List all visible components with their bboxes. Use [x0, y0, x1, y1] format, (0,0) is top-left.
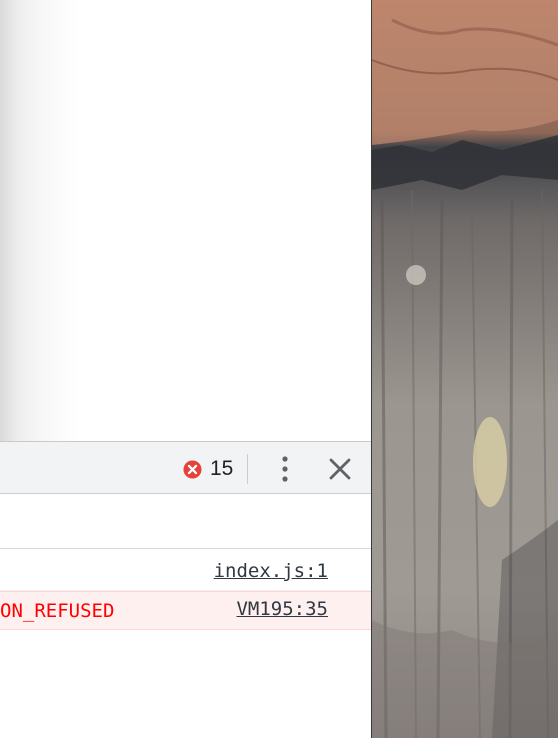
devtools-toolbar: 15 — [0, 441, 373, 494]
close-devtools-button[interactable] — [326, 455, 354, 483]
page-content — [0, 0, 373, 441]
console-row: index.js:1 — [0, 549, 373, 591]
granite-cliff-wallpaper — [372, 0, 558, 738]
toolbar-divider — [247, 454, 248, 484]
more-options-button[interactable] — [273, 455, 297, 483]
devtools-panel: 15 index.js:1 ON_REFUSED VM195:35 — [0, 441, 373, 738]
error-count: 15 — [210, 457, 234, 480]
error-circle-x-icon — [183, 459, 202, 479]
console-source-link[interactable]: index.js:1 — [214, 560, 328, 582]
desktop-wallpaper — [372, 0, 558, 738]
console-filter-bar — [0, 494, 373, 549]
error-counter-button[interactable]: 15 — [183, 457, 233, 481]
console-source-link[interactable]: VM195:35 — [236, 598, 328, 620]
browser-window: 15 index.js:1 ON_REFUSED VM195:35 — [0, 0, 373, 738]
close-icon — [329, 458, 351, 480]
console-error-row: ON_REFUSED VM195:35 — [0, 591, 373, 630]
more-vertical-icon — [282, 456, 288, 482]
console-error-message: ON_REFUSED — [0, 600, 115, 622]
